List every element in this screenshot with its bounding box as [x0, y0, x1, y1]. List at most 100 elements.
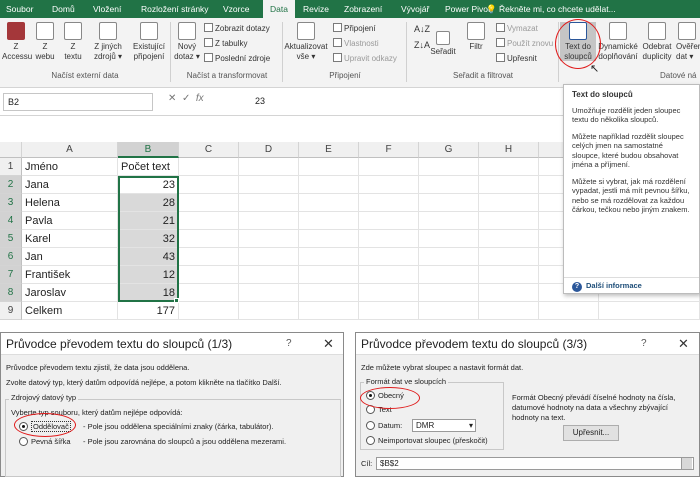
destination-input[interactable]: $B$2: [376, 457, 694, 470]
cell-count[interactable]: 32: [118, 230, 179, 248]
cell-count[interactable]: 21: [118, 212, 179, 230]
empty-cell[interactable]: [179, 284, 239, 302]
help-button[interactable]: ?: [286, 333, 292, 355]
cell-count[interactable]: 43: [118, 248, 179, 266]
empty-cell[interactable]: [359, 266, 419, 284]
empty-cell[interactable]: [299, 212, 359, 230]
from-other-sources-button[interactable]: Z jiných zdrojů ▾: [89, 22, 127, 61]
formula-input[interactable]: 23: [255, 96, 265, 106]
empty-cell[interactable]: [239, 248, 299, 266]
column-header[interactable]: D: [239, 142, 299, 158]
empty-cell[interactable]: [299, 302, 359, 320]
tab-vlozeni[interactable]: Vložení: [93, 0, 121, 18]
empty-cell[interactable]: [419, 194, 479, 212]
empty-cell[interactable]: [299, 248, 359, 266]
advanced-button[interactable]: Upřesnit...: [563, 425, 619, 441]
fill-handle[interactable]: [174, 298, 179, 303]
from-text-button[interactable]: Z textu: [60, 22, 86, 61]
cell-count[interactable]: 12: [118, 266, 179, 284]
column-header[interactable]: E: [299, 142, 359, 158]
row-header[interactable]: 2: [0, 176, 22, 194]
show-queries-button[interactable]: Zobrazit dotazy: [204, 23, 270, 34]
new-query-button[interactable]: Nový dotaz ▾: [172, 22, 202, 61]
cell-name[interactable]: Jana: [22, 176, 118, 194]
empty-cell[interactable]: [239, 266, 299, 284]
empty-cell[interactable]: [179, 302, 239, 320]
empty-cell[interactable]: [239, 212, 299, 230]
close-button[interactable]: ✕: [678, 333, 689, 355]
cell-name[interactable]: Celkem: [22, 302, 118, 320]
empty-cell[interactable]: [479, 230, 539, 248]
data-validation-button[interactable]: Ověření dat ▾: [676, 22, 700, 61]
empty-cell[interactable]: [479, 248, 539, 266]
empty-cell[interactable]: [239, 176, 299, 194]
existing-connections-button[interactable]: Existující připojení: [130, 22, 168, 61]
empty-cell[interactable]: [419, 212, 479, 230]
empty-cell[interactable]: [239, 158, 299, 176]
from-table-button[interactable]: Z tabulky: [204, 38, 247, 49]
empty-cell[interactable]: [359, 284, 419, 302]
edit-links-button[interactable]: Upravit odkazy: [333, 53, 397, 64]
from-access-button[interactable]: Z Accessu: [2, 22, 32, 61]
empty-cell[interactable]: [239, 230, 299, 248]
row-header[interactable]: 7: [0, 266, 22, 284]
tab-rozlozeni[interactable]: Rozložení stránky: [141, 0, 209, 18]
empty-cell[interactable]: [479, 266, 539, 284]
row-header[interactable]: 5: [0, 230, 22, 248]
from-web-button[interactable]: Z webu: [33, 22, 57, 61]
row-header[interactable]: 4: [0, 212, 22, 230]
cell-count[interactable]: 23: [118, 176, 179, 194]
empty-cell[interactable]: [179, 176, 239, 194]
column-header[interactable]: F: [359, 142, 419, 158]
tell-me-box[interactable]: 💡 Řekněte mi, co chcete udělat...: [486, 0, 616, 18]
date-format-select[interactable]: DMR ▾: [412, 419, 476, 432]
empty-cell[interactable]: [479, 302, 539, 320]
cell-count[interactable]: 18: [118, 284, 179, 302]
row-header[interactable]: 8: [0, 284, 22, 302]
empty-cell[interactable]: [539, 302, 599, 320]
tab-revize[interactable]: Revize: [303, 0, 329, 18]
column-header[interactable]: H: [479, 142, 539, 158]
empty-cell[interactable]: [179, 248, 239, 266]
tab-vzorce[interactable]: Vzorce: [223, 0, 249, 18]
empty-cell[interactable]: [299, 194, 359, 212]
empty-cell[interactable]: [359, 212, 419, 230]
recent-sources-button[interactable]: Poslední zdroje: [204, 53, 270, 64]
empty-cell[interactable]: [179, 194, 239, 212]
tab-soubor[interactable]: Soubor: [6, 0, 33, 18]
tab-vyvojar[interactable]: Vývojář: [401, 0, 429, 18]
row-header[interactable]: 1: [0, 158, 22, 176]
cell-name[interactable]: Jméno: [22, 158, 118, 176]
cell-count[interactable]: Počet text: [118, 158, 179, 176]
skip-column-option[interactable]: Neimportovat sloupec (přeskočit): [366, 436, 488, 445]
empty-cell[interactable]: [419, 302, 479, 320]
cancel-icon[interactable]: ✕: [168, 93, 176, 104]
cell-name[interactable]: Jaroslav: [22, 284, 118, 302]
empty-cell[interactable]: [299, 230, 359, 248]
empty-cell[interactable]: [359, 248, 419, 266]
empty-cell[interactable]: [359, 176, 419, 194]
sort-button[interactable]: Seřadit: [428, 31, 458, 57]
empty-cell[interactable]: [179, 230, 239, 248]
fixed-width-option[interactable]: Pevná šířka: [19, 437, 71, 446]
remove-duplicates-button[interactable]: Odebrat duplicity: [640, 22, 674, 61]
empty-cell[interactable]: [239, 284, 299, 302]
row-header[interactable]: 9: [0, 302, 22, 320]
flash-fill-button[interactable]: Dynamické doplňování: [598, 22, 638, 61]
cell-name[interactable]: František: [22, 266, 118, 284]
empty-cell[interactable]: [359, 194, 419, 212]
refresh-all-button[interactable]: Aktualizovat vše ▾: [284, 22, 328, 61]
empty-cell[interactable]: [299, 284, 359, 302]
empty-cell[interactable]: [479, 284, 539, 302]
cell-name[interactable]: Helena: [22, 194, 118, 212]
empty-cell[interactable]: [179, 266, 239, 284]
empty-cell[interactable]: [299, 176, 359, 194]
empty-cell[interactable]: [419, 266, 479, 284]
properties-button[interactable]: Vlastnosti: [333, 38, 379, 49]
tab-domu[interactable]: Domů: [52, 0, 75, 18]
fx-icon[interactable]: fx: [196, 93, 204, 104]
enter-icon[interactable]: ✓: [182, 93, 190, 104]
clear-filter-button[interactable]: Vymazat: [496, 23, 538, 34]
help-button[interactable]: ?: [641, 333, 647, 355]
empty-cell[interactable]: [359, 302, 419, 320]
